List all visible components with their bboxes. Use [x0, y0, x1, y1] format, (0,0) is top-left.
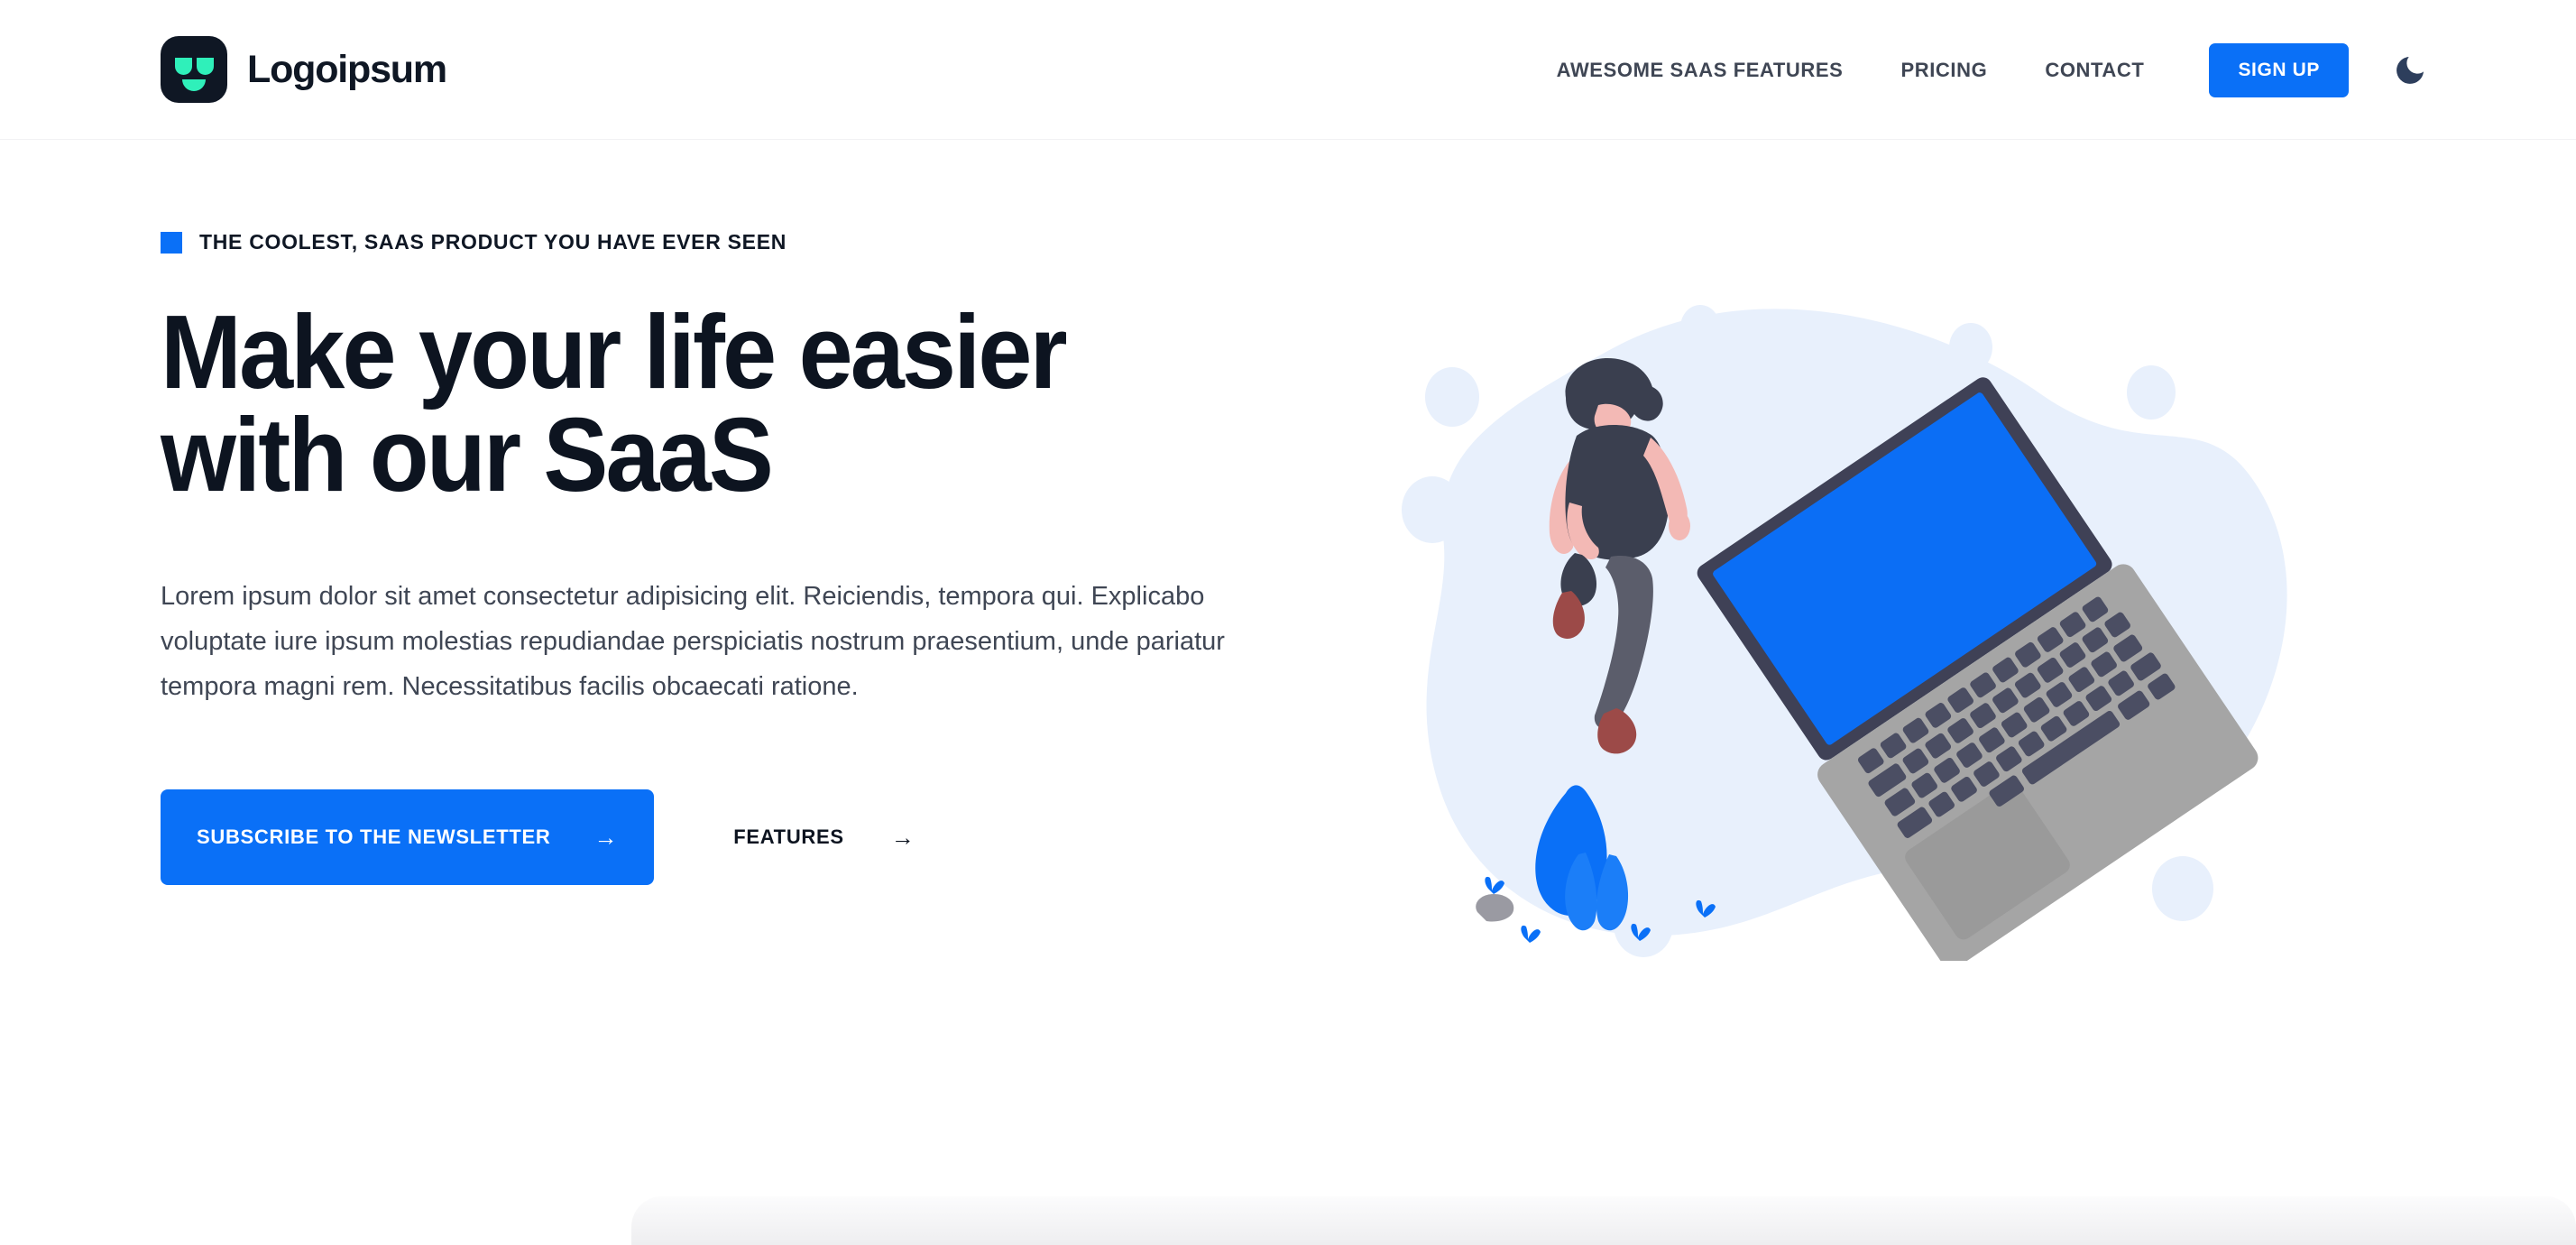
moon-icon [2397, 56, 2424, 84]
hero-description: Lorem ipsum dolor sit amet consectetur a… [161, 582, 1225, 702]
features-button-label: FEATURES [733, 825, 844, 848]
page-title: Make your life easier with our SaaS [161, 293, 1068, 513]
subscribe-newsletter-button[interactable]: SUBSCRIBE TO THE NEWSLETTER → [161, 788, 655, 885]
arrow-right-icon: → [593, 823, 619, 851]
subscribe-button-label: SUBSCRIBE TO THE NEWSLETTER [197, 825, 551, 848]
brand-logo[interactable]: Logoipsum [161, 36, 447, 103]
brand-name: Logoipsum [247, 47, 447, 91]
hero-illustration-area [1402, 140, 2576, 1245]
nav-link-contact[interactable]: CONTACT [2016, 59, 2173, 82]
sign-up-button[interactable]: SIGN UP [2209, 42, 2349, 97]
main-navigation: AWESOME SAAS FEATURES PRICING CONTACT SI… [1528, 0, 2433, 140]
nav-link-pricing[interactable]: PRICING [1872, 59, 2016, 82]
rock-icon [1476, 894, 1514, 922]
decorative-circle-icon [2152, 856, 2213, 921]
site-header: Logoipsum AWESOME SAAS FEATURES PRICING … [0, 0, 2576, 140]
bottom-panel [631, 1196, 2576, 1245]
person-hand [1669, 512, 1690, 540]
features-link-button[interactable]: FEATURES → [733, 825, 915, 849]
hero-cta-row: SUBSCRIBE TO THE NEWSLETTER → FEATURES → [161, 788, 1407, 885]
hero-eyebrow-text: THE COOLEST, SAAS PRODUCT YOU HAVE EVER … [199, 230, 787, 254]
hero-eyebrow: THE COOLEST, SAAS PRODUCT YOU HAVE EVER … [161, 230, 1407, 254]
decorative-circle-icon [1402, 476, 1463, 543]
dark-mode-toggle[interactable] [2387, 47, 2433, 94]
grass-tuft-icon [1521, 925, 1541, 943]
decorative-circle-icon [1680, 305, 1720, 350]
person-walking-with-laptop-illustration [1402, 305, 2287, 961]
hero-section: THE COOLEST, SAAS PRODUCT YOU HAVE EVER … [0, 140, 2576, 1245]
robot-face-icon [161, 36, 227, 103]
arrow-right-icon-secondary: → [890, 823, 915, 851]
nav-link-features[interactable]: AWESOME SAAS FEATURES [1528, 59, 1872, 82]
decorative-circle-icon [1425, 367, 1479, 427]
logo-eye-right-icon [197, 58, 214, 75]
logo-smile-icon [182, 79, 206, 91]
logo-eye-left-icon [175, 58, 192, 75]
decorative-circle-icon [2127, 365, 2176, 420]
decorative-circle-icon [1949, 323, 1992, 372]
square-marker-icon [161, 231, 182, 254]
hero-content: THE COOLEST, SAAS PRODUCT YOU HAVE EVER … [0, 140, 1407, 1245]
